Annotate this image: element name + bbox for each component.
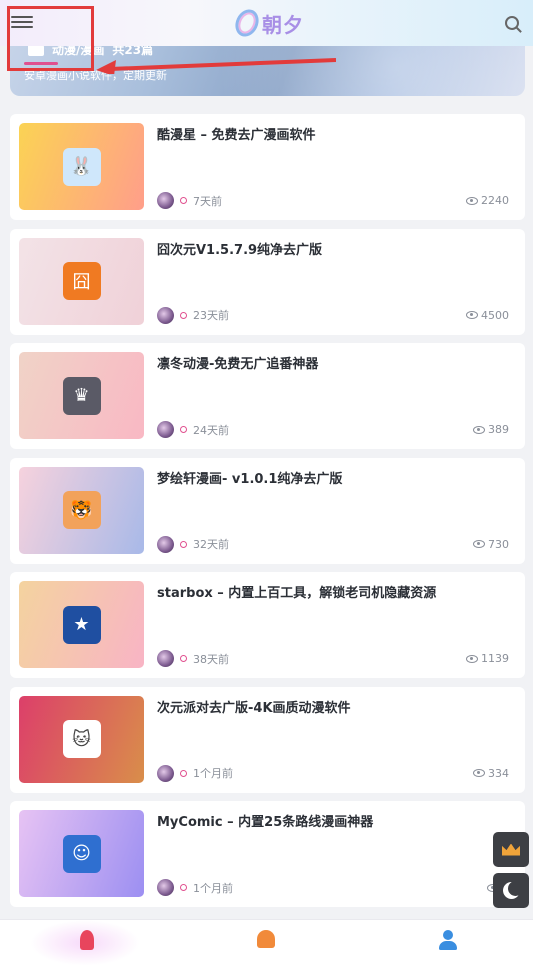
- post-time: 7天前: [193, 194, 222, 208]
- clock-icon: [180, 311, 187, 319]
- eye-icon: [473, 540, 485, 548]
- post-card[interactable]: 🐯 梦绘轩漫画- v1.0.1纯净去广版 32天前 730: [10, 457, 525, 564]
- clock-icon: [180, 769, 187, 777]
- post-card[interactable]: ★ starbox – 内置上百工具，解锁老司机隐藏资源 38天前 1139: [10, 572, 525, 678]
- author-avatar[interactable]: [157, 879, 174, 896]
- clock-icon: [180, 884, 187, 891]
- post-meta: 38天前: [157, 650, 229, 667]
- tab-notifications[interactable]: [255, 930, 277, 954]
- logo-text: 朝夕: [262, 12, 304, 37]
- dark-mode-button[interactable]: [493, 873, 529, 908]
- post-thumbnail[interactable]: 囧: [19, 237, 144, 325]
- post-thumbnail[interactable]: 🐱: [19, 695, 144, 783]
- search-icon[interactable]: [505, 16, 519, 30]
- view-count: 1139: [481, 652, 509, 665]
- post-card[interactable]: ♛ 凛冬动漫-免费无广追番神器 24天前 389: [10, 343, 525, 449]
- app-icon: ★: [62, 605, 101, 644]
- bell-icon: [257, 930, 275, 948]
- post-title[interactable]: starbox – 内置上百工具，解锁老司机隐藏资源: [157, 582, 436, 601]
- post-thumbnail[interactable]: 🐯: [19, 466, 144, 554]
- post-thumbnail[interactable]: 🐰: [19, 123, 144, 210]
- view-count: 334: [488, 766, 509, 780]
- rocket-icon: [80, 930, 94, 950]
- moon-icon: [508, 881, 523, 896]
- post-views: 2240: [466, 194, 509, 207]
- post-thumbnail[interactable]: ♛: [19, 352, 144, 439]
- app-icon: 🐱: [62, 720, 101, 758]
- tab-home[interactable]: [76, 930, 98, 954]
- post-time: 32天前: [193, 538, 229, 551]
- post-title[interactable]: 次元派对去广版-4K画质动漫软件: [157, 697, 351, 716]
- post-time: 1个月前: [193, 767, 233, 780]
- author-avatar[interactable]: [157, 650, 174, 667]
- post-title[interactable]: MyComic – 内置25条路线漫画神器: [157, 811, 373, 830]
- user-icon: [439, 930, 457, 950]
- author-avatar[interactable]: [157, 764, 174, 782]
- clock-icon: [180, 655, 187, 662]
- post-title[interactable]: 凛冬动漫-免费无广追番神器: [157, 353, 318, 372]
- post-meta: 7天前: [157, 192, 222, 209]
- view-count: 2240: [481, 194, 509, 207]
- post-card[interactable]: ☺ MyComic – 内置25条路线漫画神器 1个月前 6: [10, 801, 525, 907]
- author-avatar[interactable]: [157, 192, 174, 209]
- logo-mark-icon: [231, 5, 263, 41]
- clock-icon: [180, 426, 187, 433]
- eye-icon: [466, 654, 478, 663]
- post-views: 730: [473, 538, 509, 551]
- author-avatar[interactable]: [157, 421, 174, 438]
- post-title[interactable]: 梦绘轩漫画- v1.0.1纯净去广版: [157, 468, 342, 487]
- clock-icon: [180, 540, 187, 548]
- view-count: 4500: [481, 308, 509, 322]
- post-title[interactable]: 酷漫星 – 免费去广漫画软件: [157, 124, 316, 143]
- post-card[interactable]: 🐰 酷漫星 – 免费去广漫画软件 7天前 2240: [10, 114, 525, 220]
- eye-icon: [473, 769, 485, 777]
- crown-icon: [502, 843, 520, 856]
- bottom-nav: [0, 919, 533, 965]
- post-views: 4500: [466, 309, 509, 322]
- post-meta: 1个月前: [157, 879, 233, 896]
- post-meta: 24天前: [157, 421, 229, 438]
- post-views: 334: [473, 767, 509, 780]
- app-icon: 囧: [62, 262, 101, 300]
- eye-icon: [473, 425, 485, 434]
- post-time: 24天前: [193, 423, 229, 437]
- post-meta: 23天前: [157, 306, 229, 324]
- post-card[interactable]: 🐱 次元派对去广版-4K画质动漫软件 1个月前 334: [10, 686, 525, 793]
- eye-icon: [466, 311, 478, 319]
- app-icon: ♛: [62, 376, 101, 415]
- author-avatar[interactable]: [157, 535, 174, 553]
- post-meta: 1个月前: [157, 764, 233, 782]
- post-time: 38天前: [193, 652, 229, 666]
- eye-icon: [466, 196, 478, 205]
- view-count: 389: [488, 423, 509, 436]
- tab-profile[interactable]: [437, 930, 459, 954]
- post-thumbnail[interactable]: ☺: [19, 810, 144, 897]
- post-thumbnail[interactable]: ★: [19, 581, 144, 668]
- post-time: 23天前: [193, 309, 229, 322]
- annotation-arrow: [96, 58, 336, 74]
- app-icon: 🐯: [62, 491, 101, 529]
- author-avatar[interactable]: [157, 306, 174, 324]
- post-title[interactable]: 囧次元V1.5.7.9纯净去广版: [157, 239, 322, 258]
- post-card[interactable]: 囧 囧次元V1.5.7.9纯净去广版 23天前 4500: [10, 228, 525, 335]
- vip-button[interactable]: [493, 832, 529, 867]
- post-views: 1139: [466, 652, 509, 665]
- post-time: 1个月前: [193, 881, 233, 895]
- clock-icon: [180, 197, 187, 204]
- view-count: 730: [488, 537, 509, 551]
- site-logo[interactable]: 朝夕: [231, 5, 304, 41]
- app-icon: ☺: [62, 834, 101, 873]
- post-list: 🐰 酷漫星 – 免费去广漫画软件 7天前 2240 囧 囧次元V1.5.7.9纯…: [10, 114, 525, 916]
- app-icon: 🐰: [62, 147, 101, 186]
- post-views: 389: [473, 423, 509, 436]
- post-meta: 32天前: [157, 535, 229, 553]
- annotation-highlight-box: [7, 6, 94, 71]
